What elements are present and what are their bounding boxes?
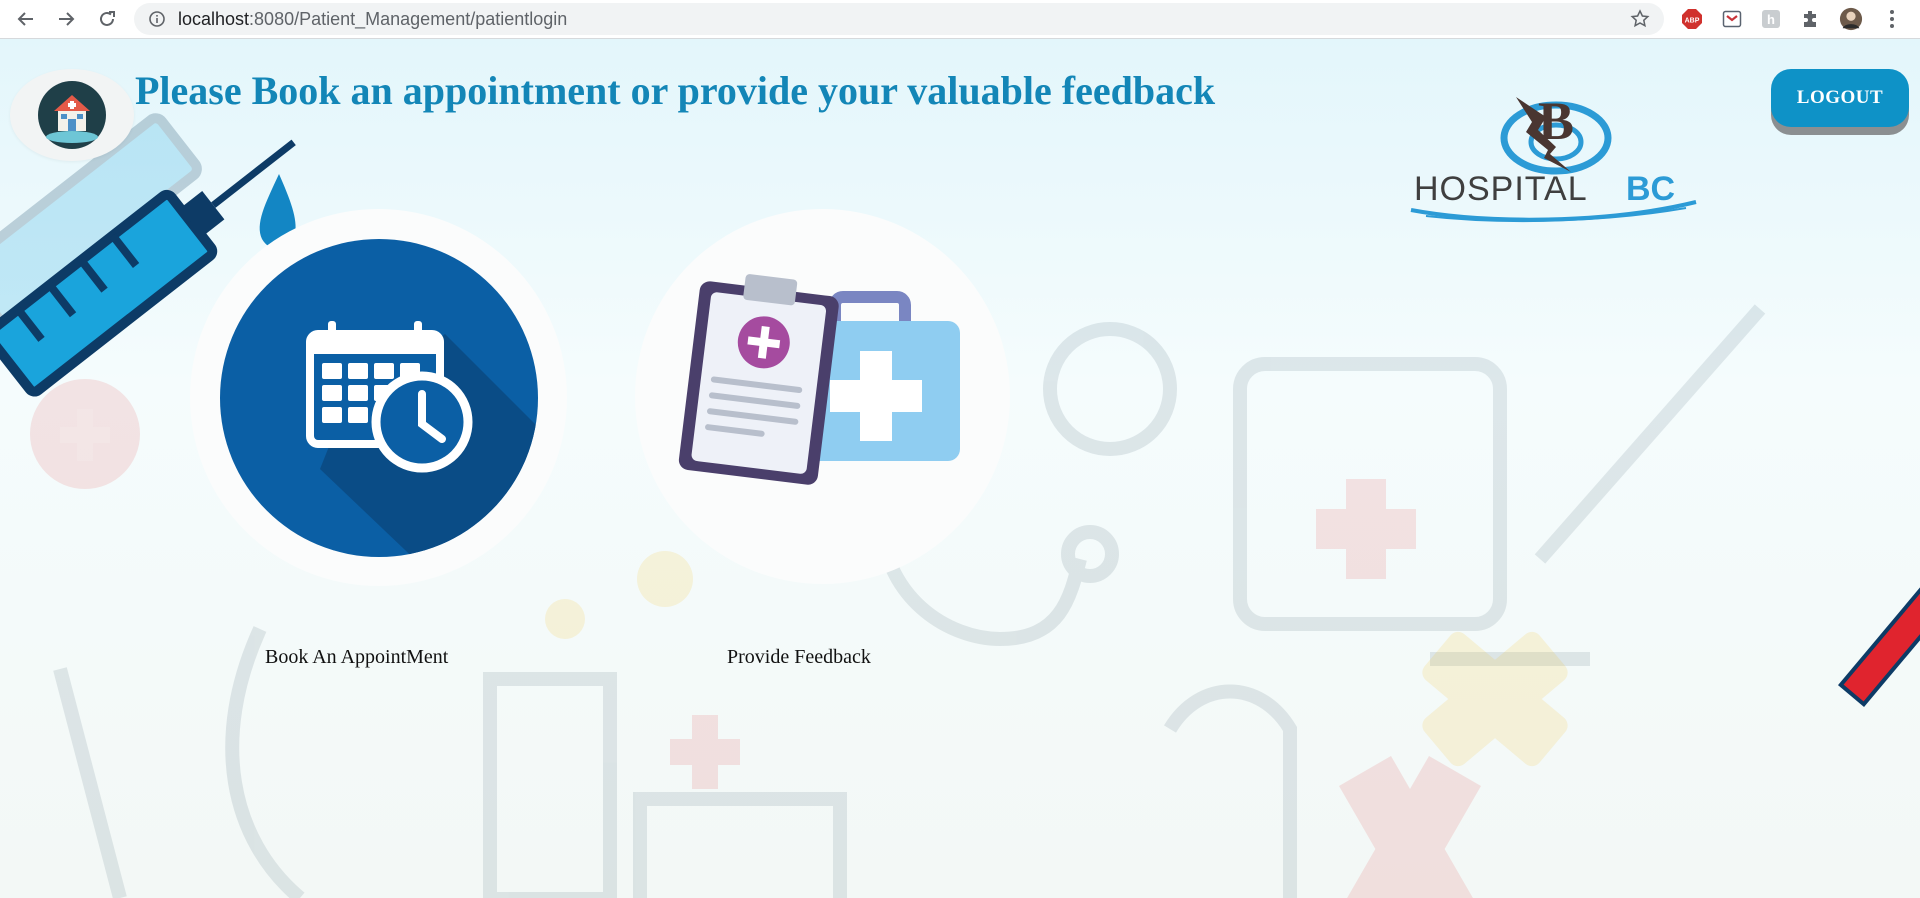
info-icon[interactable] (148, 10, 166, 33)
svg-text:ABP: ABP (1685, 18, 1700, 25)
logout-button[interactable]: LOGOUT (1771, 69, 1909, 127)
home-button[interactable] (10, 69, 134, 161)
clipboard-medkit-icon (678, 274, 960, 485)
provide-feedback-card[interactable]: Provide Feedback (635, 209, 1015, 679)
calendar-clock-icon (220, 239, 538, 557)
book-appointment-label[interactable]: Book An AppointMent (265, 646, 448, 669)
provide-feedback-label[interactable]: Provide Feedback (727, 646, 871, 669)
page-content: Please Book an appointment or provide yo… (0, 39, 1920, 898)
bookmark-star-icon[interactable] (1630, 9, 1650, 34)
svg-text:h: h (1767, 12, 1775, 27)
puzzle-extensions-icon[interactable] (1799, 7, 1823, 31)
page-title: Please Book an appointment or provide yo… (135, 68, 1216, 113)
url-path: :8080/Patient_Management/patientlogin (249, 9, 568, 29)
mail-extension-icon[interactable] (1720, 7, 1744, 31)
adblock-extension-icon[interactable]: ABP (1680, 7, 1704, 31)
logo-text-bc: BC (1626, 170, 1675, 208)
url-text: localhost:8080/Patient_Management/patien… (178, 9, 567, 30)
profile-avatar[interactable] (1839, 7, 1863, 31)
url-host: localhost (178, 9, 250, 29)
grey-extension-icon[interactable]: h (1759, 7, 1783, 31)
forward-arrow-icon[interactable] (54, 7, 78, 31)
book-appointment-card[interactable]: Book An AppointMent (190, 209, 570, 679)
hospital-bc-logo: B HOSPITAL BC (1410, 92, 1697, 223)
reload-icon[interactable] (95, 7, 119, 31)
menu-kebab-icon[interactable] (1880, 7, 1904, 31)
logo-text-hospital: HOSPITAL (1414, 170, 1588, 208)
back-arrow-icon[interactable] (14, 7, 38, 31)
address-bar[interactable]: localhost:8080/Patient_Management/patien… (134, 3, 1664, 35)
home-hospital-icon (38, 81, 106, 149)
browser-toolbar: localhost:8080/Patient_Management/patien… (0, 0, 1920, 39)
